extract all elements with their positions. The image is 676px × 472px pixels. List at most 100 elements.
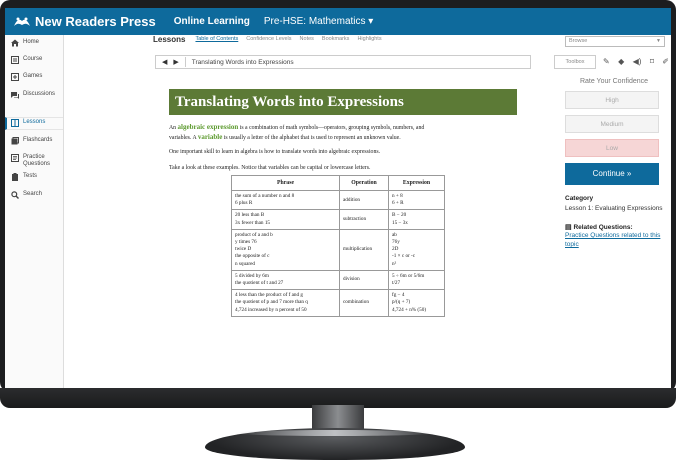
brand-name: New Readers Press <box>35 14 156 29</box>
phrase-cell-line: product of a and b <box>235 231 273 238</box>
bookmark-icon[interactable]: ⌑ <box>650 57 654 67</box>
definition-paragraph: An algebraic expression is a combination… <box>169 123 529 143</box>
expression-cell-line: -1 × c or -c <box>392 253 416 260</box>
lessons-icon <box>11 119 19 127</box>
expression-cell-line: p/(q + 7) <box>392 299 411 306</box>
expression-cell: n + 86 + R <box>388 189 445 211</box>
lesson-content: Translating Words into Expressions An al… <box>163 75 543 388</box>
text: is a combination of math symbols—operato… <box>238 125 425 131</box>
phrase-cell: 20 less than B 3x fewer than 15 <box>231 209 340 230</box>
skill-paragraph: One important skill to learn in algebra … <box>169 149 381 155</box>
operation-cell: multiplication <box>339 228 389 271</box>
tab-confidence-levels[interactable]: Confidence Levels <box>246 35 291 43</box>
monitor-frame: New Readers Press Online Learning Pre-HS… <box>0 0 676 392</box>
expression-cell-line: 2D <box>392 246 399 253</box>
sidebar-item-games[interactable]: Games <box>11 73 42 81</box>
flashcards-icon <box>11 137 19 145</box>
list-icon: ▤ <box>565 224 572 231</box>
operation-cell: division <box>339 269 389 291</box>
expression-cell-line: B − 20 <box>392 212 407 219</box>
keyword-algebraic-expression[interactable]: algebraic expression <box>178 123 239 131</box>
sidebar-item-tests[interactable]: Tests <box>11 173 37 181</box>
text: An <box>169 125 178 131</box>
expression-cell-line: 15 − 3x <box>392 219 408 226</box>
column-header-expression: Expression <box>388 175 445 191</box>
column-header-phrase: Phrase <box>231 175 340 191</box>
phrase-cell-line: the opposite of c <box>235 253 270 260</box>
confidence-low-button[interactable]: Low <box>565 139 659 157</box>
search-icon <box>11 191 19 199</box>
tab-table-of-contents[interactable]: Table of Contents <box>195 35 238 43</box>
sidebar-item-label: Home <box>23 39 40 45</box>
operation-cell: subtraction <box>339 209 389 230</box>
column-header-operation: Operation <box>339 175 389 191</box>
sidebar-item-discussions[interactable]: Discussions <box>11 91 55 99</box>
tab-bookmarks[interactable]: Bookmarks <box>322 35 350 43</box>
tests-icon <box>11 173 19 181</box>
phrase-cell-line: 5 divided by 6m <box>235 272 269 279</box>
sidebar-item-home[interactable]: Home <box>11 39 39 47</box>
sidebar-item-lessons[interactable]: Lessons <box>11 119 45 127</box>
previous-arrow-icon[interactable]: ◀ <box>162 58 167 66</box>
sidebar-item-label: Lessons <box>23 119 46 125</box>
confidence-high-button[interactable]: High <box>565 91 659 109</box>
expression-cell-line: t/27 <box>392 280 401 287</box>
phrase-cell: 5 divided by 6m the quotient of t and 27 <box>231 269 340 291</box>
lessons-title: Lessons <box>153 35 186 44</box>
eraser-icon[interactable]: ◆ <box>618 57 624 67</box>
expression-cell-line: 76y <box>392 239 400 246</box>
sidebar: Home Course Games Discussions Lessons Fl… <box>5 35 64 388</box>
lesson-heading: Translating Words into Expressions <box>169 89 517 115</box>
tab-notes[interactable]: Notes <box>300 35 314 43</box>
phrase-cell-line: 20 less than B <box>235 212 265 219</box>
audio-icon[interactable]: ◀︎) <box>633 57 642 67</box>
phrase-cell-line: 3x fewer than 15 <box>235 219 271 226</box>
screen: New Readers Press Online Learning Pre-HS… <box>5 8 671 388</box>
phrase-cell-line: the quotient of t and 27 <box>235 280 284 287</box>
related-questions-label: Related Questions: <box>573 224 633 231</box>
highlighter-icon[interactable]: ✎ <box>603 57 610 67</box>
home-icon <box>11 39 19 47</box>
rate-confidence-title: Rate Your Confidence <box>579 78 649 85</box>
continue-button[interactable]: Continue » <box>565 163 659 185</box>
phrase-cell: the sum of a number n and 86 plus R <box>231 189 340 211</box>
sidebar-item-flashcards[interactable]: Flashcards <box>11 137 52 145</box>
phrase-cell-line: 4,724 increased by n percent of 50 <box>235 306 307 313</box>
sidebar-item-label: Practice Questions <box>23 154 51 167</box>
sidebar-item-label: Course <box>23 56 43 62</box>
related-questions-title: ▤ Related Questions: <box>565 223 663 231</box>
text: is usually a letter of the alphabet that… <box>222 135 401 141</box>
brand-logo[interactable]: New Readers Press <box>13 14 156 29</box>
table-row: 5 divided by 6m the quotient of t and 27 d… <box>231 269 445 291</box>
sidebar-item-practice-questions[interactable]: Practice Questions <box>11 154 51 168</box>
expression-cell-line: 6 + R <box>392 200 404 207</box>
browse-dropdown[interactable]: Browse ▼ <box>565 36 665 47</box>
pencil-icon[interactable]: ✐ <box>662 57 669 67</box>
course-menu[interactable]: Pre-HSE: Mathematics ▾ <box>264 16 374 27</box>
sidebar-item-search[interactable]: Search <box>11 191 42 199</box>
confidence-medium-button[interactable]: Medium <box>565 115 659 133</box>
course-icon <box>11 56 19 64</box>
keyword-variable[interactable]: variable <box>198 133 223 141</box>
toolbar-icons: ✎ ◆ ◀︎) ⌑ ✐ <box>603 57 669 67</box>
phrase-cell-line: the sum of a number n and 8 <box>235 193 295 199</box>
expression-cell: ab 76y 2D -1 × c or -c n² <box>388 228 445 271</box>
next-arrow-icon[interactable]: ▶ <box>173 58 178 66</box>
sidebar-item-label: Flashcards <box>23 137 53 143</box>
phrase-cell-line: n squared <box>235 260 256 267</box>
divider <box>184 57 186 67</box>
table-row: product of a and by times 76 twice Dthe o… <box>231 228 445 271</box>
tab-highlights[interactable]: Highlights <box>357 35 381 43</box>
right-panel: Rate Your Confidence High Medium Low Con… <box>565 78 663 249</box>
practice-questions-link[interactable]: Practice Questions related to this topic <box>565 231 663 249</box>
sidebar-item-course[interactable]: Course <box>11 56 42 64</box>
toolbox-button[interactable]: Toolbox <box>554 55 596 69</box>
browse-label: Browse <box>569 38 588 44</box>
expression-cell-line: n² <box>392 260 397 267</box>
table-row: the sum of a number n and 86 plus Raddit… <box>231 189 445 211</box>
phrase-cell-line: y times 76 <box>235 239 257 246</box>
examples-table: Phrase Operation Expression the sum of a… <box>231 175 445 317</box>
sidebar-item-label: Games <box>23 73 43 79</box>
expression-cell-line: ab <box>392 231 397 238</box>
online-learning-link[interactable]: Online Learning <box>174 16 250 27</box>
